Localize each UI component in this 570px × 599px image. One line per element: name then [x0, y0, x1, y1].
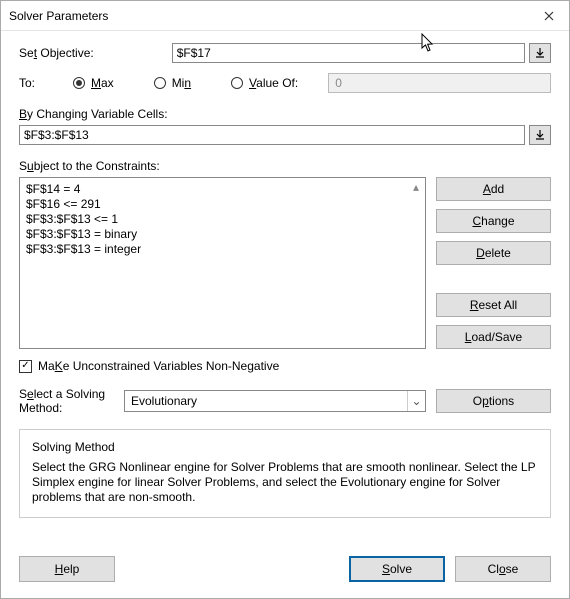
radio-min[interactable]: Min	[154, 76, 191, 90]
set-objective-label: Set Objective:	[19, 46, 94, 60]
load-save-button[interactable]: Load/Save	[436, 325, 551, 349]
close-button[interactable]	[529, 1, 569, 31]
nonneg-checkbox[interactable]: ✓	[19, 360, 32, 373]
delete-button[interactable]: Delete	[436, 241, 551, 265]
objective-input[interactable]	[172, 43, 525, 63]
close-icon	[544, 11, 554, 21]
objective-ref-button[interactable]	[529, 43, 551, 63]
solve-button[interactable]: Solve	[349, 556, 445, 582]
reset-all-button[interactable]: Reset All	[436, 293, 551, 317]
radio-icon	[231, 77, 243, 89]
radio-icon	[154, 77, 166, 89]
method-combobox[interactable]: Evolutionary ⌄	[124, 390, 426, 412]
solver-dialog: Solver Parameters Set Objective: To: Max	[0, 0, 570, 599]
collapse-icon	[535, 130, 545, 140]
options-button[interactable]: Options	[436, 389, 551, 413]
changing-cells-ref-button[interactable]	[529, 125, 551, 145]
constraints-listbox[interactable]: $F$14 = 4 $F$16 <= 291 $F$3:$F$13 <= 1 $…	[19, 177, 426, 349]
add-button[interactable]: Add	[436, 177, 551, 201]
solving-method-legend: Solving Method	[32, 440, 538, 454]
list-item[interactable]: $F$16 <= 291	[26, 197, 419, 212]
to-label: To:	[19, 76, 73, 90]
help-button[interactable]: Help	[19, 556, 115, 582]
list-item[interactable]: $F$14 = 4	[26, 182, 419, 197]
window-title: Solver Parameters	[9, 9, 529, 23]
solving-method-desc: Select the GRG Nonlinear engine for Solv…	[32, 460, 538, 505]
valueof-input[interactable]	[328, 73, 551, 93]
changing-cells-label: By Changing Variable Cells:	[19, 107, 551, 121]
radio-max[interactable]: Max	[73, 76, 114, 90]
chevron-down-icon: ⌄	[407, 391, 425, 411]
change-button[interactable]: Change	[436, 209, 551, 233]
footer: Help Solve Close	[1, 542, 569, 598]
nonneg-label: MaKe Unconstrained Variables Non-Negativ…	[38, 359, 279, 373]
scroll-up-icon[interactable]: ▴	[408, 179, 424, 195]
changing-cells-input[interactable]	[19, 125, 525, 145]
content-area: Set Objective: To: Max Min Value Of:	[1, 31, 569, 542]
list-item[interactable]: $F$3:$F$13 = integer	[26, 242, 419, 257]
radio-max-label: Max	[91, 76, 114, 90]
radio-min-label: Min	[172, 76, 191, 90]
radio-valueof-label: Value Of:	[249, 76, 298, 90]
radio-icon	[73, 77, 85, 89]
list-item[interactable]: $F$3:$F$13 = binary	[26, 227, 419, 242]
list-item[interactable]: $F$3:$F$13 <= 1	[26, 212, 419, 227]
method-value: Evolutionary	[125, 394, 407, 408]
solving-method-fieldset: Solving Method Select the GRG Nonlinear …	[19, 429, 551, 518]
close-footer-button[interactable]: Close	[455, 556, 551, 582]
collapse-icon	[535, 48, 545, 58]
titlebar: Solver Parameters	[1, 1, 569, 31]
radio-valueof[interactable]: Value Of:	[231, 76, 298, 90]
select-method-label: Select a Solving Method:	[19, 387, 114, 415]
constraints-label: Subject to the Constraints:	[19, 159, 551, 173]
